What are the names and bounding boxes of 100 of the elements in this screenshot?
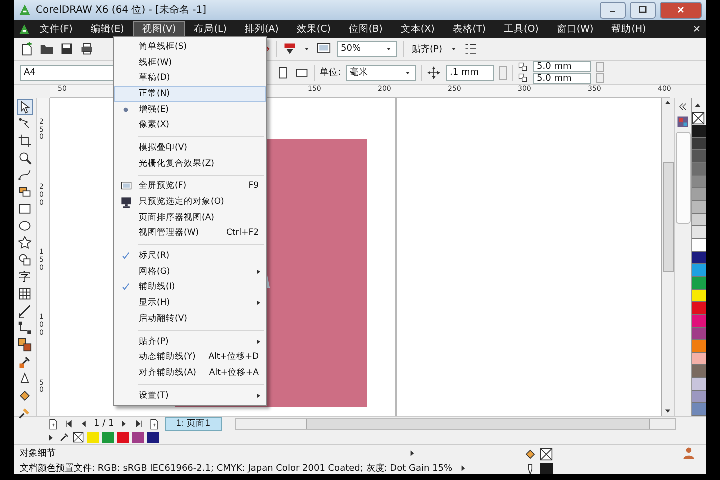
color-swatch[interactable]	[147, 432, 159, 443]
menu-item[interactable]: 增强(E)	[114, 102, 266, 118]
color-swatch[interactable]	[692, 252, 706, 264]
crop-tool-icon[interactable]	[18, 134, 32, 148]
menu-item[interactable]: 像素(X)	[114, 117, 266, 134]
curve-tool-icon[interactable]	[18, 168, 32, 182]
color-swatch[interactable]	[692, 290, 706, 302]
ellipse-tool-icon[interactable]	[18, 219, 32, 233]
menu-item[interactable]: 光栅化复合效果(Z)	[114, 156, 266, 172]
snap-dropdown[interactable]: 贴齐(P)	[410, 42, 444, 56]
color-swatch[interactable]	[692, 378, 706, 391]
menu-item[interactable]: 线框(W)	[114, 54, 266, 70]
full-screen-icon[interactable]	[317, 42, 331, 56]
fill-bucket-icon[interactable]	[18, 389, 32, 403]
star-tool-icon[interactable]	[18, 236, 32, 250]
color-swatch[interactable]	[132, 432, 144, 443]
color-swatch[interactable]	[692, 200, 706, 214]
menu-item[interactable]: 布局(L)	[185, 20, 236, 38]
menu-item[interactable]: 文本(X)	[392, 20, 444, 38]
menu-item[interactable]: 简单线框(S)	[114, 39, 266, 55]
color-swatch[interactable]	[692, 352, 706, 366]
dimension-tool-icon[interactable]	[18, 304, 32, 318]
play-icon[interactable]	[408, 449, 417, 458]
offset-x-icon[interactable]	[518, 62, 528, 72]
portrait-icon[interactable]	[276, 66, 290, 80]
menu-item[interactable]: 窗口(W)	[548, 20, 603, 38]
add-page-icon[interactable]	[149, 418, 160, 430]
blend-tool-icon[interactable]	[18, 338, 32, 352]
caret-icon[interactable]	[450, 45, 458, 53]
menu-item[interactable]: 显示(H)	[114, 295, 266, 311]
shape-tool-icon[interactable]	[18, 117, 32, 131]
no-color-icon[interactable]	[73, 432, 84, 443]
menu-item[interactable]: 正常(N)	[114, 86, 266, 102]
color-swatch[interactable]	[692, 365, 706, 378]
color-swatch[interactable]	[692, 264, 706, 277]
maximize-button[interactable]	[630, 2, 656, 18]
rectangle-tool-icon[interactable]	[18, 202, 32, 216]
menu-item[interactable]: 动态辅助线(Y) Alt+位移+D	[114, 349, 266, 366]
menu-item[interactable]: 只预览选定的对象(O)	[114, 194, 266, 210]
user-icon[interactable]	[682, 446, 696, 460]
color-swatch[interactable]	[692, 150, 706, 163]
pick-tool-icon[interactable]	[18, 100, 32, 114]
smart-fill-icon[interactable]	[18, 185, 32, 199]
menu-item[interactable]: 草稿(D)	[114, 70, 266, 86]
unit-dropdown[interactable]: 毫米	[346, 64, 416, 80]
color-swatch[interactable]	[692, 314, 706, 328]
color-swatch[interactable]	[87, 432, 99, 443]
first-page-icon[interactable]	[64, 419, 74, 429]
menu-item[interactable]: 贴齐(P)	[114, 334, 266, 350]
caret-icon[interactable]	[303, 45, 311, 53]
menu-item[interactable]: 表格(T)	[444, 20, 495, 38]
color-swatch[interactable]	[692, 226, 706, 239]
duplicate-x-field[interactable]: 5.0 mm	[533, 61, 592, 72]
menu-item[interactable]: 模拟叠印(V)	[114, 140, 266, 156]
table-tool-icon[interactable]	[18, 287, 32, 301]
color-swatch[interactable]	[692, 125, 706, 138]
zoom-field[interactable]: 50%	[337, 41, 397, 57]
color-swatch[interactable]	[692, 276, 706, 290]
color-swatch[interactable]	[692, 214, 706, 226]
menu-item[interactable]: 文件(F)	[31, 20, 82, 38]
new-document-icon[interactable]	[20, 42, 34, 56]
options-icon[interactable]	[464, 42, 478, 56]
menu-item[interactable]: 对齐辅助线(A) Alt+位移+A	[114, 365, 266, 381]
menu-item[interactable]: 全屏预览(F) F9	[114, 178, 266, 194]
close-button[interactable]	[660, 2, 702, 18]
color-swatch[interactable]	[692, 340, 706, 353]
color-swatch[interactable]	[692, 390, 706, 404]
color-swatch[interactable]	[102, 432, 114, 443]
nudge-field[interactable]: .1 mm	[446, 64, 494, 80]
menu-item[interactable]: 编辑(E)	[82, 20, 134, 38]
color-swatch[interactable]	[692, 302, 706, 315]
menu-item[interactable]: 网格(G)	[114, 264, 266, 280]
color-swatch[interactable]	[692, 328, 706, 340]
menu-item[interactable]: 辅助线(I)	[114, 280, 266, 296]
outline-pen-icon[interactable]	[18, 372, 32, 386]
interactive-fill-icon[interactable]	[18, 406, 32, 420]
launcher-icon[interactable]	[283, 42, 297, 56]
color-swatch[interactable]	[692, 138, 706, 150]
menu-item[interactable]: 视图(V)	[133, 20, 186, 38]
basic-shapes-icon[interactable]	[18, 253, 32, 267]
color-swatch[interactable]	[692, 188, 706, 201]
color-swatch[interactable]	[692, 403, 706, 416]
color-swatch[interactable]	[692, 238, 706, 252]
color-swatch[interactable]	[117, 432, 129, 443]
close-icon[interactable]	[692, 24, 702, 34]
menu-item[interactable]: 位图(B)	[340, 20, 392, 38]
menu-item[interactable]: 页面排序器视图(A)	[114, 210, 266, 226]
palette-icon[interactable]	[677, 116, 689, 128]
menu-item[interactable]: 帮助(H)	[602, 20, 656, 38]
menu-item[interactable]: 工具(O)	[495, 20, 548, 38]
duplicate-y-field[interactable]: 5.0 mm	[533, 73, 592, 84]
eyedropper-icon[interactable]	[59, 432, 70, 443]
menu-item[interactable]: 排列(A)	[236, 20, 288, 38]
expand-icon[interactable]	[678, 102, 688, 112]
add-page-icon[interactable]	[48, 418, 59, 430]
nudge-icon[interactable]	[427, 66, 442, 80]
vertical-scrollbar[interactable]	[662, 98, 675, 416]
eyedropper-tool-icon[interactable]	[18, 355, 32, 369]
zoom-tool-icon[interactable]	[18, 151, 32, 165]
menu-item[interactable]: 视图管理器(W) Ctrl+F2	[114, 226, 266, 242]
